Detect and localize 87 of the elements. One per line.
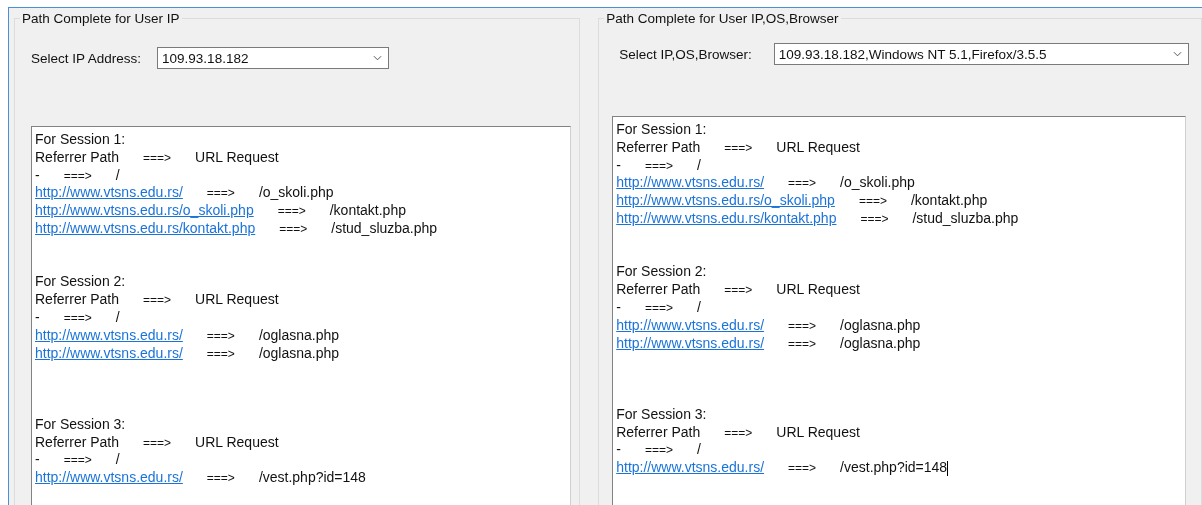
request-path: URL Request <box>195 433 279 450</box>
session-heading: For Session 3: <box>616 405 707 422</box>
referrer-text: Referrer Path <box>616 281 701 298</box>
referrer-text: Referrer Path <box>616 138 701 155</box>
arrow-text: ===> <box>644 300 673 315</box>
referrer-link[interactable]: http://www.vtsns.edu.rs/ <box>616 316 765 333</box>
request-path: URL Request <box>195 148 279 165</box>
session-heading: For Session 3: <box>35 415 126 432</box>
arrow-text: ===> <box>63 168 92 183</box>
request-path: URL Request <box>776 138 860 155</box>
session-heading: For Session 2: <box>35 273 126 290</box>
log-text-area[interactable] <box>612 116 1187 505</box>
request-path: URL Request <box>195 291 279 308</box>
arrow-text: ===> <box>206 328 235 343</box>
arrow-text: ===> <box>63 310 92 325</box>
arrow-text: ===> <box>206 346 235 361</box>
arrow-text: ===> <box>858 194 887 209</box>
arrow-text: ===> <box>206 186 235 201</box>
request-path: /kontakt.php <box>329 202 406 219</box>
arrow-text: ===> <box>788 176 817 191</box>
arrow-text: ===> <box>860 212 889 226</box>
referrer-link[interactable]: http://www.vtsns.edu.rs/ <box>616 174 765 191</box>
arrow-text: ===> <box>279 222 308 236</box>
log-text-area[interactable] <box>31 126 571 505</box>
referrer-link[interactable]: http://www.vtsns.edu.rs/ <box>616 459 765 476</box>
request-path: / <box>115 166 120 183</box>
referrer-text: Referrer Path <box>35 148 120 165</box>
request-path: /o_skoli.php <box>840 174 915 191</box>
referrer-link[interactable]: http://www.vtsns.edu.rs/kontakt.php <box>616 210 837 226</box>
arrow-text: ===> <box>206 471 235 486</box>
request-path: URL Request <box>776 281 860 298</box>
field-label: Select IP,OS,Browser: <box>619 46 752 62</box>
arrow-text: ===> <box>788 336 817 351</box>
referrer-link[interactable]: http://www.vtsns.edu.rs/ <box>35 184 183 201</box>
session-heading: For Session 1: <box>35 131 126 147</box>
arrow-text: ===> <box>143 435 172 450</box>
arrow-text: ===> <box>277 204 306 219</box>
referrer-text: - <box>616 441 621 458</box>
referrer-text: - <box>35 308 40 325</box>
arrow-text: ===> <box>788 318 817 333</box>
referrer-link[interactable]: http://www.vtsns.edu.rs/ <box>35 469 183 486</box>
referrer-link[interactable]: http://www.vtsns.edu.rs/kontakt.php <box>35 220 256 236</box>
referrer-text: - <box>35 451 40 468</box>
chevron-icon <box>1172 51 1182 57</box>
request-path: /oglasna.php <box>258 344 340 361</box>
request-path: /oglasna.php <box>840 334 921 351</box>
request-path: /kontakt.php <box>910 192 988 209</box>
referrer-link[interactable]: http://www.vtsns.edu.rs/o_skoli.php <box>616 192 835 209</box>
referrer-text: Referrer Path <box>616 423 701 440</box>
request-path: / <box>115 451 120 468</box>
field-label: Select IP Address: <box>31 50 142 66</box>
referrer-link[interactable]: http://www.vtsns.edu.rs/ <box>35 344 183 361</box>
dropdown[interactable]: 109.93.18.182 <box>157 47 390 69</box>
session-heading: For Session 1: <box>616 121 707 137</box>
request-path: /vest.php?id=148 <box>258 469 366 486</box>
request-path: URL Request <box>776 423 860 440</box>
dropdown[interactable]: 109.93.18.182,Windows NT 5.1,Firefox/3.5.5 <box>773 43 1189 65</box>
referrer-link[interactable]: http://www.vtsns.edu.rs/ <box>35 326 183 343</box>
request-path: / <box>696 441 701 458</box>
arrow-text: ===> <box>143 150 172 165</box>
request-path: /o_skoli.php <box>258 184 334 201</box>
request-path: /stud_sluzba.php <box>331 220 438 236</box>
arrow-text: ===> <box>724 283 753 298</box>
referrer-text: - <box>616 298 621 315</box>
request-path: / <box>115 308 120 325</box>
request-path: /oglasna.php <box>840 316 921 333</box>
request-path: / <box>696 156 701 173</box>
arrow-text: ===> <box>644 443 673 458</box>
text-cursor <box>947 460 949 476</box>
arrow-text: ===> <box>724 140 753 155</box>
request-path: / <box>696 298 701 315</box>
arrow-text: ===> <box>724 425 753 440</box>
chevron-icon <box>373 55 383 61</box>
arrow-text: ===> <box>143 293 172 308</box>
referrer-link[interactable]: http://www.vtsns.edu.rs/ <box>616 334 765 351</box>
referrer-text: Referrer Path <box>35 291 120 308</box>
referrer-text: - <box>35 166 40 183</box>
request-path: /vest.php?id=148 <box>840 459 948 476</box>
referrer-text: - <box>616 156 621 173</box>
arrow-text: ===> <box>644 158 673 173</box>
referrer-link[interactable]: http://www.vtsns.edu.rs/o_skoli.php <box>35 202 254 219</box>
session-heading: For Session 2: <box>616 263 707 280</box>
arrow-text: ===> <box>63 453 92 468</box>
request-path: /oglasna.php <box>258 326 340 343</box>
arrow-text: ===> <box>788 461 817 476</box>
request-path: /stud_sluzba.php <box>912 210 1019 226</box>
referrer-text: Referrer Path <box>35 433 120 450</box>
